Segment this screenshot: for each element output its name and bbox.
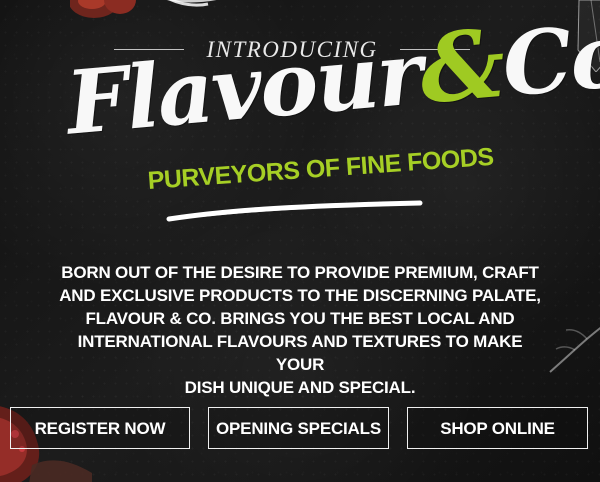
register-now-button[interactable]: REGISTER NOW <box>10 407 190 449</box>
brand-ampersand: & <box>415 8 508 126</box>
herb-icon <box>549 326 600 373</box>
brand-wordmark: Flavour&Co. <box>62 1 600 155</box>
brand-description: BORN OUT OF THE DESIRE TO PROVIDE PREMIU… <box>59 263 541 397</box>
brand-tagline: PURVEYORS OF FINE FOODS <box>146 142 495 195</box>
opening-specials-button[interactable]: OPENING SPECIALS <box>208 407 389 449</box>
brand-logo: Flavour&Co. PURVEYORS OF FINE FOODS <box>62 1 600 234</box>
brush-underline <box>166 200 423 222</box>
brand-co-text: Co. <box>498 0 600 117</box>
landing-page: INTRODUCING Flavour&Co. PURVEYORS OF FIN… <box>0 0 600 482</box>
shop-online-button[interactable]: SHOP ONLINE <box>407 407 588 449</box>
food-photo-icon <box>70 0 217 18</box>
